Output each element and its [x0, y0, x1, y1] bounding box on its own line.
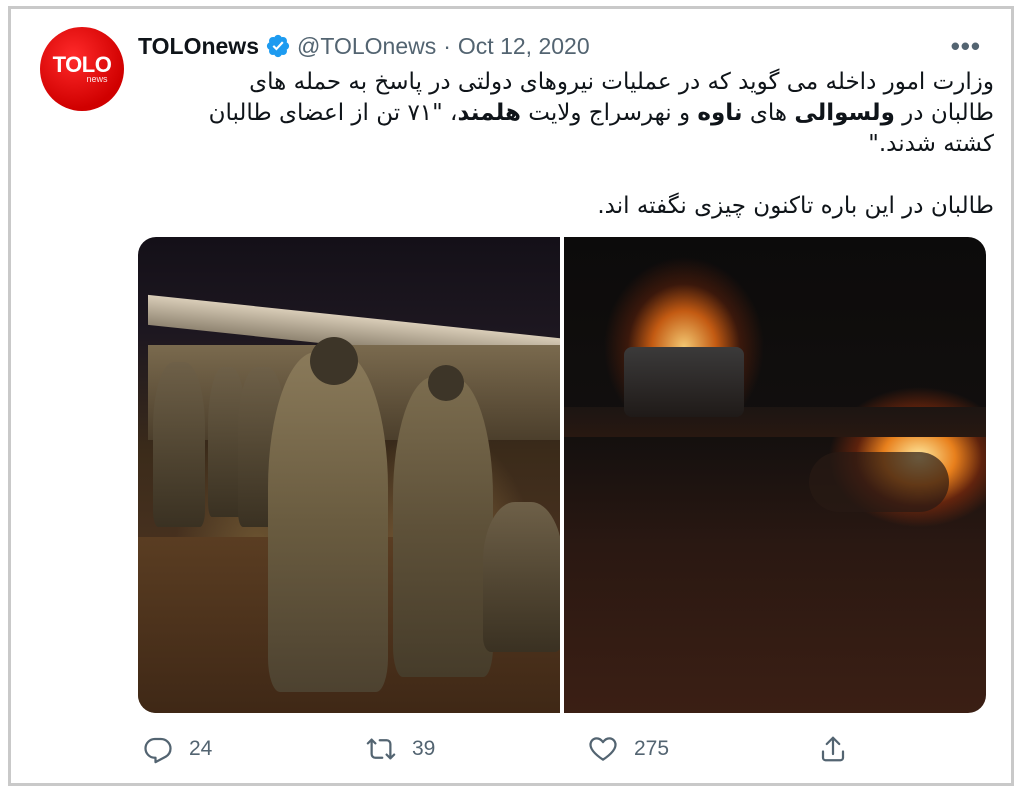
soldier-helmet: [428, 365, 464, 401]
photo-burning-vehicles[interactable]: [564, 237, 986, 713]
share-button[interactable]: [818, 734, 848, 764]
tweet-text-span: و نهرسراج ولایت: [520, 100, 698, 126]
soldier-figure: [393, 377, 493, 677]
separator-dot: ·: [443, 32, 451, 59]
soldier-figure: [483, 502, 560, 652]
tweet-actions: 24 39 275: [138, 734, 978, 774]
hashtag-nawa[interactable]: ناوه: [697, 100, 742, 126]
tweet-line-2: طالبان در ولسوالی های ناوه و نهرسراج ولا…: [138, 98, 994, 129]
tweet-text-span: ، "۷۱ تن از اعضای طالبان: [208, 100, 458, 126]
tweet-line-1: وزارت امور داخله می گوید که در عملیات نی…: [249, 69, 994, 95]
tweet-text-span: طالبان در: [894, 100, 994, 126]
soldier-helmet: [310, 337, 358, 385]
share-icon: [821, 736, 845, 762]
avatar-logo-text: TOLO: [52, 52, 112, 77]
tweet-date[interactable]: Oct 12, 2020: [458, 33, 590, 60]
photo-soldiers[interactable]: [138, 237, 560, 713]
tweet-media: [138, 237, 986, 713]
retweet-button[interactable]: 39: [366, 734, 435, 764]
reply-icon: [144, 737, 172, 764]
verified-badge-icon: [266, 34, 290, 58]
tweet-line-4: طالبان در این باره تاکنون چیزی نگفته اند…: [597, 193, 994, 219]
retweet-icon: [366, 738, 396, 760]
retweet-count: 39: [412, 737, 436, 760]
burning-vehicle: [624, 347, 744, 417]
heart-icon: [589, 737, 617, 761]
handle[interactable]: @TOLOnews: [297, 33, 436, 60]
tweet-text-span: های: [742, 100, 795, 126]
avatar[interactable]: TOLO news: [40, 27, 124, 111]
hashtag-helmand[interactable]: هلمند: [458, 100, 521, 126]
avatar-logo-sub: news: [86, 74, 108, 84]
tweet-card[interactable]: TOLO news TOLOnews @TOLOnews · Oct 12, 2…: [8, 6, 1014, 786]
hashtag-district[interactable]: ولسوالی: [794, 100, 895, 126]
tweet-text: وزارت امور داخله می گوید که در عملیات نی…: [138, 67, 994, 222]
soldier-figure: [268, 352, 388, 692]
soldier-figure: [153, 362, 205, 527]
reply-button[interactable]: 24: [143, 734, 212, 764]
burning-motorcycle: [809, 452, 949, 512]
display-name[interactable]: TOLOnews: [138, 33, 259, 60]
tweet-header: TOLOnews @TOLOnews · Oct 12, 2020: [138, 29, 590, 63]
like-count: 275: [634, 737, 670, 760]
tweet-line-3: کشته شدند.": [868, 131, 994, 157]
more-options-icon[interactable]: •••: [951, 31, 981, 62]
like-button[interactable]: 275: [588, 734, 669, 764]
reply-count: 24: [189, 737, 213, 760]
